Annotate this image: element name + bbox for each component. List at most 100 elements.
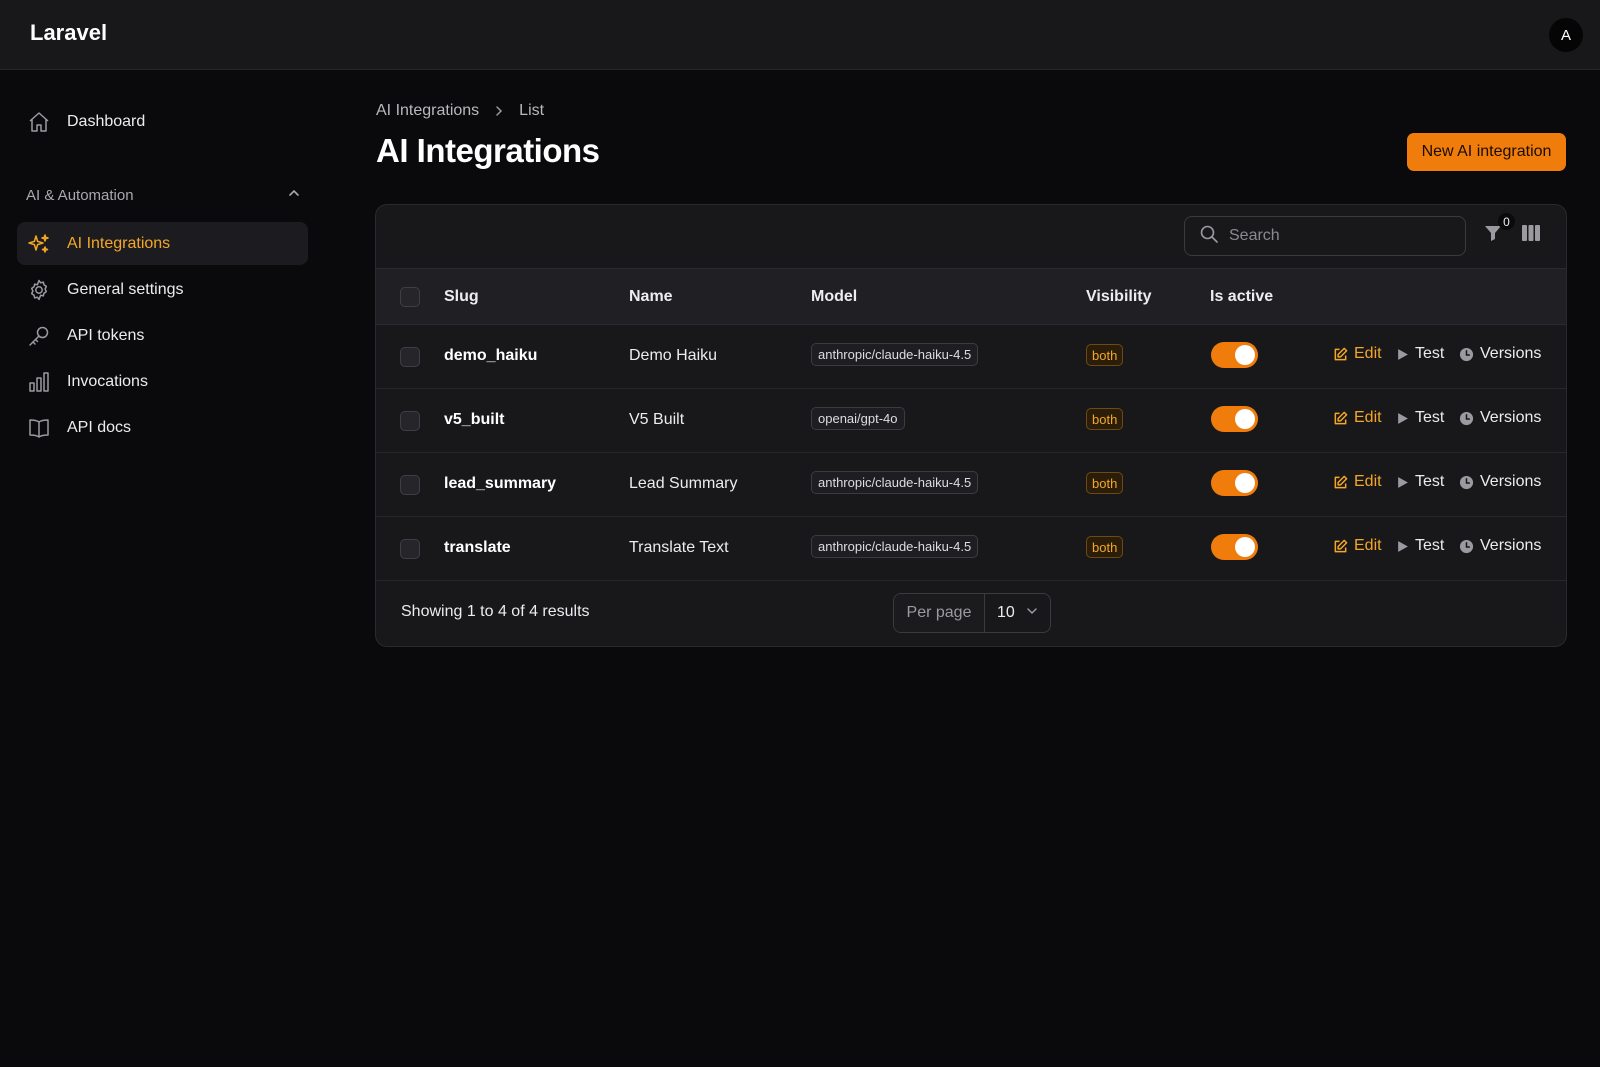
visibility-badge: both bbox=[1086, 472, 1124, 494]
breadcrumb-current: List bbox=[519, 102, 545, 119]
test-action[interactable]: Test bbox=[1396, 345, 1444, 363]
edit-icon bbox=[1333, 539, 1348, 554]
versions-action[interactable]: Versions bbox=[1459, 473, 1541, 491]
edit-label: Edit bbox=[1354, 409, 1382, 426]
edit-action[interactable]: Edit bbox=[1333, 537, 1382, 555]
test-label: Test bbox=[1415, 537, 1445, 554]
sidebar-item-ai-integrations[interactable]: AI Integrations bbox=[17, 222, 308, 265]
gear-icon bbox=[27, 278, 51, 302]
model-badge: anthropic/claude-haiku-4.5 bbox=[811, 343, 979, 366]
column-header-model[interactable]: Model bbox=[811, 288, 857, 306]
versions-action[interactable]: Versions bbox=[1459, 537, 1541, 555]
edit-action[interactable]: Edit bbox=[1333, 345, 1382, 363]
filter-count-badge: 0 bbox=[1498, 213, 1515, 230]
sidebar-item-label: API docs bbox=[67, 418, 132, 436]
versions-label: Versions bbox=[1480, 473, 1542, 490]
row-checkbox[interactable] bbox=[400, 347, 420, 367]
sidebar: Dashboard AI & Automation AI Integration… bbox=[0, 70, 320, 1067]
row-name: Demo Haiku bbox=[629, 347, 718, 364]
search-input[interactable] bbox=[1229, 227, 1449, 245]
columns-icon bbox=[1521, 224, 1541, 247]
versions-action[interactable]: Versions bbox=[1459, 345, 1541, 363]
versions-action[interactable]: Versions bbox=[1459, 409, 1541, 427]
brand-logo[interactable]: Laravel bbox=[30, 20, 107, 46]
toggle-knob bbox=[1235, 473, 1255, 493]
is-active-toggle[interactable] bbox=[1211, 470, 1258, 496]
search-icon bbox=[1199, 224, 1219, 249]
edit-label: Edit bbox=[1354, 473, 1382, 490]
edit-action[interactable]: Edit bbox=[1333, 473, 1382, 491]
sidebar-item-label: Invocations bbox=[67, 372, 148, 390]
clock-icon bbox=[1459, 347, 1474, 362]
sidebar-item-general-settings[interactable]: General settings bbox=[17, 268, 308, 311]
top-bar: Laravel A bbox=[0, 0, 1600, 70]
chevron-up-icon bbox=[287, 186, 301, 204]
sidebar-item-dashboard[interactable]: Dashboard bbox=[17, 100, 308, 143]
row-name: V5 Built bbox=[629, 411, 685, 428]
row-checkbox[interactable] bbox=[400, 539, 420, 559]
versions-label: Versions bbox=[1480, 409, 1542, 426]
test-label: Test bbox=[1415, 345, 1445, 362]
row-slug[interactable]: lead_summary bbox=[444, 475, 556, 493]
home-icon bbox=[27, 110, 51, 134]
per-page-select[interactable]: Per page 10 bbox=[893, 593, 1051, 633]
row-name: Translate Text bbox=[629, 539, 729, 556]
edit-action[interactable]: Edit bbox=[1333, 409, 1382, 427]
column-header-is-active[interactable]: Is active bbox=[1210, 288, 1273, 306]
column-header-name[interactable]: Name bbox=[629, 288, 673, 306]
row-slug[interactable]: v5_built bbox=[444, 411, 504, 429]
toggle-knob bbox=[1235, 409, 1255, 429]
is-active-toggle[interactable] bbox=[1211, 534, 1258, 560]
user-avatar[interactable]: A bbox=[1549, 18, 1583, 52]
sidebar-item-label: AI Integrations bbox=[67, 234, 171, 252]
column-header-slug[interactable]: Slug bbox=[444, 288, 479, 306]
row-slug[interactable]: demo_haiku bbox=[444, 347, 537, 365]
versions-label: Versions bbox=[1480, 345, 1542, 362]
row-name: Lead Summary bbox=[629, 475, 738, 492]
row-checkbox[interactable] bbox=[400, 411, 420, 431]
sidebar-item-api-tokens[interactable]: API tokens bbox=[17, 314, 308, 357]
table-footer: Showing 1 to 4 of 4 results Per page 10 bbox=[376, 581, 1566, 646]
play-icon bbox=[1396, 540, 1409, 553]
bar-chart-icon bbox=[27, 370, 51, 394]
model-badge: openai/gpt-4o bbox=[811, 407, 905, 430]
breadcrumb-parent[interactable]: AI Integrations bbox=[376, 102, 479, 120]
test-action[interactable]: Test bbox=[1396, 409, 1444, 427]
chevron-right-icon bbox=[493, 105, 505, 117]
sidebar-group-ai-automation[interactable]: AI & Automation bbox=[26, 183, 301, 207]
edit-icon bbox=[1333, 475, 1348, 490]
visibility-badge: both bbox=[1086, 344, 1124, 366]
play-icon bbox=[1396, 412, 1409, 425]
row-checkbox[interactable] bbox=[400, 475, 420, 495]
search-box[interactable] bbox=[1184, 216, 1466, 256]
edit-icon bbox=[1333, 411, 1348, 426]
test-action[interactable]: Test bbox=[1396, 473, 1444, 491]
results-summary: Showing 1 to 4 of 4 results bbox=[401, 603, 590, 620]
chevron-down-icon bbox=[1026, 604, 1038, 622]
edit-label: Edit bbox=[1354, 537, 1382, 554]
column-header-visibility[interactable]: Visibility bbox=[1086, 288, 1152, 306]
sidebar-item-invocations[interactable]: Invocations bbox=[17, 360, 308, 403]
is-active-toggle[interactable] bbox=[1211, 406, 1258, 432]
model-badge: anthropic/claude-haiku-4.5 bbox=[811, 535, 979, 558]
sparkles-icon bbox=[27, 232, 51, 256]
table-row: v5_built V5 Built openai/gpt-4o both Edi… bbox=[376, 389, 1566, 453]
model-badge: anthropic/claude-haiku-4.5 bbox=[811, 471, 979, 494]
is-active-toggle[interactable] bbox=[1211, 342, 1258, 368]
visibility-badge: both bbox=[1086, 408, 1124, 430]
per-page-value: 10 bbox=[997, 604, 1015, 621]
table-toolbar: 0 bbox=[376, 205, 1566, 269]
sidebar-item-api-docs[interactable]: API docs bbox=[17, 406, 308, 449]
table-row: lead_summary Lead Summary anthropic/clau… bbox=[376, 453, 1566, 517]
row-slug[interactable]: translate bbox=[444, 539, 511, 557]
sidebar-item-label: General settings bbox=[67, 280, 184, 298]
test-label: Test bbox=[1415, 409, 1445, 426]
select-all-checkbox[interactable] bbox=[400, 287, 420, 307]
per-page-dropdown[interactable]: 10 bbox=[985, 594, 1050, 632]
versions-label: Versions bbox=[1480, 537, 1542, 554]
new-ai-integration-button[interactable]: New AI integration bbox=[1407, 133, 1566, 171]
columns-toggle-button[interactable] bbox=[1519, 223, 1543, 247]
toggle-knob bbox=[1235, 537, 1255, 557]
play-icon bbox=[1396, 348, 1409, 361]
test-action[interactable]: Test bbox=[1396, 537, 1444, 555]
